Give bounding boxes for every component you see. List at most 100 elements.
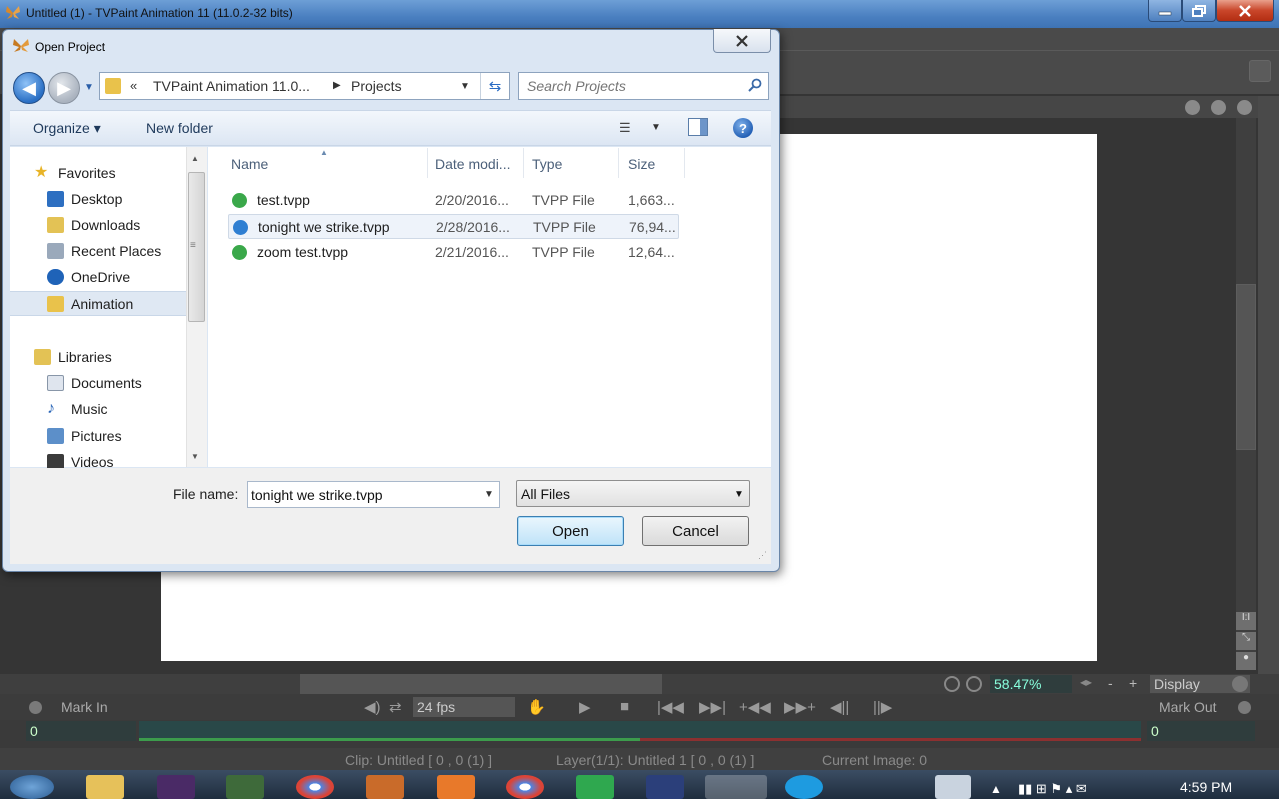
preview-pane-button[interactable]	[688, 118, 708, 136]
scroll-up-icon[interactable]: ▲	[191, 154, 199, 163]
collapse-panel-icon[interactable]	[1185, 100, 1200, 115]
premiere-icon[interactable]	[157, 775, 195, 799]
zoom-in-button[interactable]: +	[1129, 675, 1137, 691]
orange-app-icon[interactable]	[437, 775, 475, 799]
change-view-icon[interactable]: ☰	[619, 120, 631, 136]
ruler-icon[interactable]: I:I	[1236, 612, 1256, 630]
column-divider[interactable]	[523, 148, 524, 178]
horizontal-scroll-thumb[interactable]	[300, 674, 662, 694]
new-folder-button[interactable]: New folder	[146, 120, 213, 136]
back-button[interactable]: ◀	[13, 72, 45, 104]
photos-icon[interactable]	[226, 775, 264, 799]
chevron-down-icon[interactable]: ▼	[734, 489, 744, 500]
file-size: 12,64...	[628, 244, 675, 260]
skype-icon[interactable]	[785, 775, 823, 799]
minimize-panel-icon[interactable]	[1211, 100, 1226, 115]
column-size[interactable]: Size	[628, 156, 655, 174]
start-button-icon[interactable]	[10, 775, 54, 799]
start-frame-field[interactable]: 0	[26, 721, 136, 741]
volume-icon[interactable]: ◀)	[364, 698, 381, 716]
sheets-icon[interactable]	[576, 775, 614, 799]
go-to-start-icon[interactable]: |◀◀	[657, 698, 684, 716]
tray-expand-icon[interactable]: ▲	[990, 782, 1002, 796]
tvpaint-taskbar-icon[interactable]	[705, 775, 767, 799]
headphones-app-icon[interactable]	[646, 775, 684, 799]
media-app-icon[interactable]	[366, 775, 404, 799]
help-icon[interactable]: ?	[733, 118, 753, 138]
minimize-button[interactable]	[1148, 0, 1182, 22]
address-dropdown-icon[interactable]: ▼	[460, 81, 470, 92]
breadcrumb-item-tvpaint[interactable]: TVPaint Animation 11.0...	[153, 78, 310, 94]
nav-favorites[interactable]: ★ Favorites	[34, 160, 210, 185]
restore-button[interactable]	[1182, 0, 1216, 22]
column-divider[interactable]	[618, 148, 619, 178]
resize-view-icon[interactable]: ⤡	[1236, 632, 1256, 650]
mark-out-toggle-icon[interactable]	[1238, 701, 1251, 714]
documents-icon	[47, 374, 64, 391]
fps-select[interactable]: 24 fps	[413, 697, 515, 717]
mark-in-toggle-icon[interactable]	[29, 701, 42, 714]
hand-scrub-icon[interactable]: ✋	[527, 698, 546, 716]
chrome-profile-icon[interactable]	[506, 775, 544, 799]
column-divider[interactable]	[684, 148, 685, 178]
tvpaint-butterfly-icon	[6, 6, 20, 19]
step-forward-icon[interactable]: ▶▶+	[784, 698, 816, 716]
breadcrumb-overflow[interactable]: «	[130, 78, 137, 93]
next-frame-icon[interactable]: ||▶	[873, 698, 892, 716]
zoom-arrows-icon[interactable]: ◂▸	[1080, 675, 1092, 689]
search-icon[interactable]	[748, 78, 762, 92]
search-input[interactable]	[527, 78, 737, 94]
close-panel-icon[interactable]	[1237, 100, 1252, 115]
column-type[interactable]: Type	[532, 156, 562, 174]
zoom-out-button[interactable]: -	[1108, 675, 1113, 691]
chrome-icon[interactable]	[296, 775, 334, 799]
recent-locations-dropdown[interactable]: ▼	[84, 82, 94, 93]
display-select[interactable]: Display	[1150, 675, 1250, 693]
tablet-tray-icon[interactable]	[935, 775, 971, 799]
center-view-icon[interactable]	[966, 676, 982, 692]
stop-icon[interactable]: ■	[620, 698, 629, 715]
zoom-value[interactable]: 58.47%	[990, 675, 1072, 693]
view-options-dropdown[interactable]: ▼	[651, 122, 661, 133]
resize-grip-icon[interactable]: ⋰	[758, 550, 767, 561]
file-explorer-icon[interactable]	[86, 775, 124, 799]
file-name: test.tvpp	[257, 192, 310, 208]
end-frame-field[interactable]: 0	[1147, 721, 1255, 741]
breadcrumb-separator-icon[interactable]: ▶	[333, 80, 341, 91]
column-divider[interactable]	[427, 148, 428, 178]
file-date: 2/28/2016...	[436, 219, 510, 235]
file-name-combobox[interactable]	[247, 481, 500, 508]
toolbar-dropdown-button[interactable]	[1249, 60, 1271, 82]
person-icon[interactable]: ●	[1236, 652, 1256, 670]
forward-button[interactable]: ▶	[48, 72, 80, 104]
loop-icon[interactable]: ⇄	[389, 698, 402, 716]
cancel-button[interactable]: Cancel	[642, 516, 749, 546]
organize-button[interactable]: Organize ▾	[33, 120, 101, 137]
column-name[interactable]: Name	[231, 156, 268, 174]
column-date-modified[interactable]: Date modi...	[435, 156, 510, 174]
play-icon[interactable]: ▶	[579, 698, 591, 716]
nav-animation[interactable]: Animation	[10, 291, 186, 316]
refresh-button[interactable]: ⇆	[480, 73, 509, 99]
tray-apps-icon[interactable]: ▮▮ ⊞ ⚑ ▴ ✉	[1018, 781, 1087, 797]
open-button[interactable]: Open	[517, 516, 624, 546]
file-name-input[interactable]	[251, 487, 476, 503]
scroll-down-icon[interactable]: ▼	[191, 452, 199, 461]
vertical-scroll-thumb[interactable]	[1236, 284, 1256, 450]
step-back-icon[interactable]: +◀◀	[739, 698, 771, 716]
breadcrumb-item-projects[interactable]: Projects	[351, 78, 402, 94]
close-icon	[1239, 4, 1251, 17]
dialog-title: Open Project	[35, 40, 106, 54]
clock[interactable]: 4:59 PM	[1180, 779, 1232, 795]
file-row[interactable]: zoom test.tvpp 2/21/2016... TVPP File 12…	[228, 240, 679, 265]
search-box[interactable]	[518, 72, 769, 100]
reset-zoom-icon[interactable]	[944, 676, 960, 692]
file-row[interactable]: test.tvpp 2/20/2016... TVPP File 1,663..…	[228, 188, 679, 213]
go-to-end-icon[interactable]: ▶▶|	[699, 698, 726, 716]
file-row[interactable]: tonight we strike.tvpp 2/28/2016... TVPP…	[228, 214, 679, 239]
dialog-close-button[interactable]	[713, 29, 771, 53]
close-window-button[interactable]	[1216, 0, 1274, 22]
nav-libraries[interactable]: Libraries	[34, 344, 210, 369]
chevron-down-icon[interactable]: ▼	[484, 489, 494, 500]
previous-frame-icon[interactable]: ◀||	[830, 698, 849, 716]
